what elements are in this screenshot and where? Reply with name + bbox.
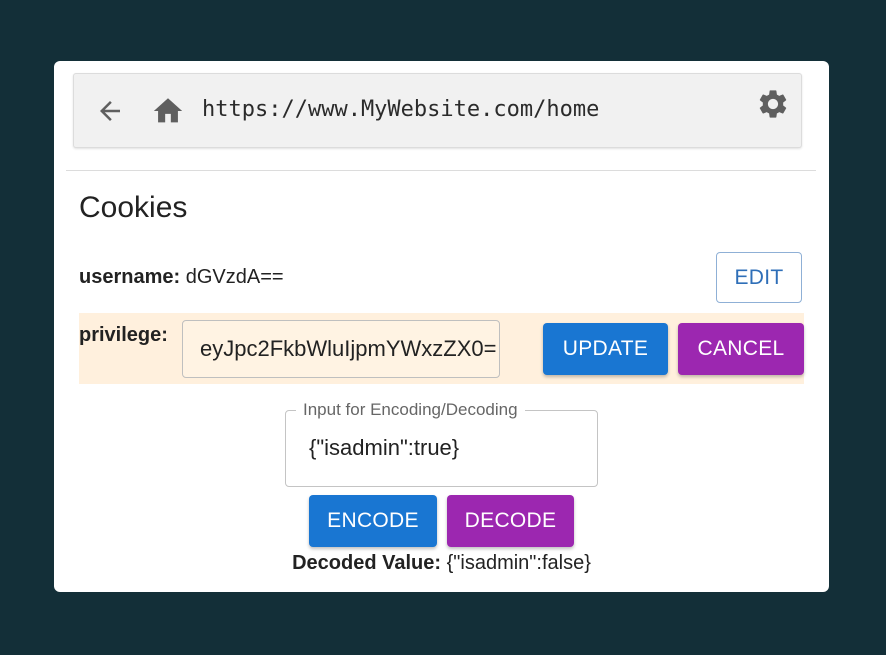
- decoded-value: {"isadmin":false}: [446, 552, 591, 574]
- gear-icon[interactable]: [756, 87, 790, 121]
- browser-address-bar: https://www.MyWebsite.com/home: [73, 73, 802, 148]
- username-label: username:: [79, 266, 181, 288]
- privilege-input-value: eyJpc2FkbWluIjpmYWxzZX0=: [200, 336, 497, 361]
- divider: [66, 170, 816, 171]
- decode-button[interactable]: DECODE: [447, 495, 574, 547]
- page-title: Cookies: [79, 191, 188, 224]
- encode-button[interactable]: ENCODE: [309, 495, 437, 547]
- home-icon[interactable]: [151, 94, 185, 128]
- encode-decode-input[interactable]: Input for Encoding/Decoding {"isadmin":t…: [285, 400, 598, 487]
- privilege-input[interactable]: eyJpc2FkbWluIjpmYWxzZX0=: [182, 320, 500, 378]
- username-value: dGVzdA==: [185, 266, 284, 288]
- update-button[interactable]: UPDATE: [543, 323, 668, 375]
- decoded-label: Decoded Value:: [292, 552, 442, 574]
- cookie-card: https://www.MyWebsite.com/home Cookies u…: [54, 61, 829, 592]
- decoded-value-row: Decoded Value: {"isadmin":false}: [54, 552, 829, 575]
- encode-decode-input-label: Input for Encoding/Decoding: [296, 400, 525, 420]
- url-text[interactable]: https://www.MyWebsite.com/home: [202, 97, 599, 122]
- edit-button[interactable]: EDIT: [716, 252, 802, 303]
- encode-decode-input-value: {"isadmin":true}: [309, 435, 460, 460]
- back-arrow-icon[interactable]: [95, 96, 125, 126]
- cancel-button[interactable]: CANCEL: [678, 323, 804, 375]
- privilege-label: privilege:: [79, 324, 168, 346]
- username-row: username: dGVzdA==: [79, 266, 284, 289]
